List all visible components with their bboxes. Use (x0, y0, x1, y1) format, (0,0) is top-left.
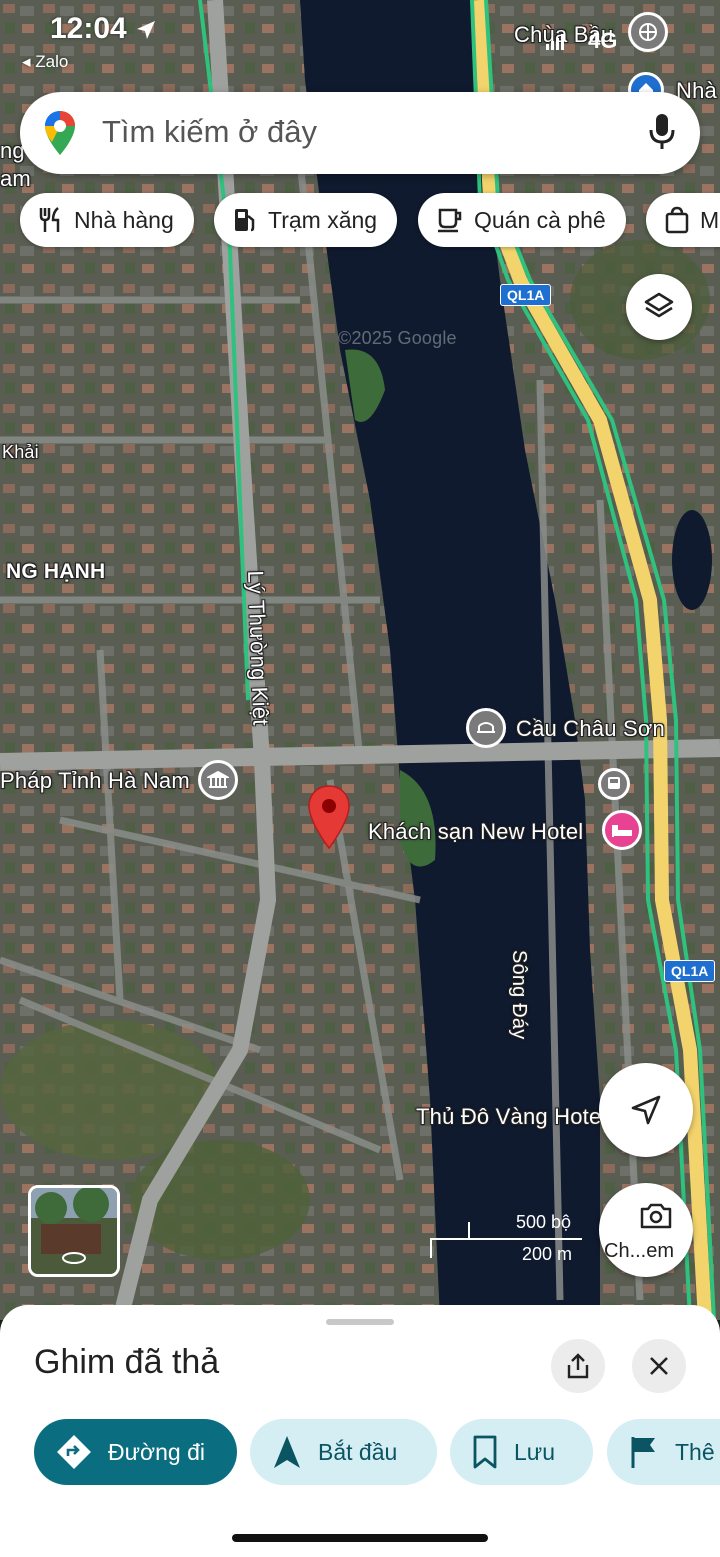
microphone-icon[interactable] (648, 112, 676, 152)
signal-icon (546, 34, 564, 50)
map-label-phap-tinh[interactable]: Pháp Tỉnh Hà Nam (0, 768, 190, 794)
google-maps-logo-icon (45, 111, 75, 155)
chip-label: M (700, 206, 720, 233)
camera-search-icon (640, 1203, 672, 1229)
scale-metric: 200 m (522, 1244, 573, 1264)
start-button[interactable]: Bắt đầu (250, 1419, 437, 1485)
share-button[interactable] (551, 1339, 605, 1393)
map-label-khai: Khải (2, 442, 39, 462)
status-bar: 12:04 ◂ Zalo 4G (0, 0, 720, 80)
chip-restaurants[interactable]: Nhà hàng (20, 193, 194, 247)
map-label-ly-thuong-kiet: Lý Thường Kiệt (243, 570, 274, 726)
dropped-pin-icon[interactable] (306, 784, 352, 850)
shopping-bag-icon (664, 206, 690, 234)
navigation-arrow-outline-icon (631, 1095, 661, 1125)
flag-icon (629, 1434, 659, 1470)
bridge-poi-icon[interactable] (466, 708, 506, 748)
my-location-button[interactable] (599, 1063, 693, 1157)
close-icon (650, 1357, 668, 1375)
search-bar[interactable]: Tìm kiếm ở đây (20, 92, 700, 174)
chip-label: Trạm xăng (268, 206, 378, 233)
close-button[interactable] (632, 1339, 686, 1393)
directions-label: Đường đi (108, 1438, 205, 1465)
chip-label: Quán cà phê (474, 206, 606, 233)
home-indicator[interactable] (232, 1534, 488, 1542)
maps-screen: Chùa Bầu Nhà ng am Khải NG HẠNH Lý Thườn… (0, 0, 720, 1557)
map-label-song-day: Sông Đáy (508, 950, 530, 1040)
coffee-icon (436, 206, 464, 234)
layers-icon (644, 292, 674, 318)
directions-button[interactable]: Đường đi (34, 1419, 237, 1485)
chip-coffee[interactable]: Quán cà phê (418, 193, 626, 247)
add-label-button[interactable]: Thê (607, 1419, 720, 1485)
save-button[interactable]: Lưu (450, 1419, 593, 1485)
map-label-khach-san[interactable]: Khách sạn New Hotel (368, 819, 583, 845)
scale-imperial: 500 bộ (516, 1212, 572, 1232)
directions-icon (56, 1434, 92, 1470)
map-label-cau-chau-son[interactable]: Cầu Châu Sơn (516, 716, 665, 742)
chip-shopping[interactable]: M (646, 193, 720, 247)
bus-stop-icon[interactable] (598, 768, 630, 800)
map-label-thu-do-vang[interactable]: Thủ Đô Vàng Hotel (416, 1104, 607, 1130)
government-building-icon[interactable] (198, 760, 238, 800)
back-to-app-link[interactable]: ◂ Zalo (22, 52, 68, 72)
road-shield-ql1a-bottom: QL1A (664, 960, 716, 982)
street-view-label: Ch...em (604, 1240, 675, 1262)
chip-gas-stations[interactable]: Trạm xăng (214, 193, 398, 247)
search-input[interactable]: Tìm kiếm ở đây (102, 114, 317, 150)
navigation-arrow-icon (272, 1434, 302, 1470)
network-type: 4G (588, 28, 618, 53)
layers-button[interactable] (626, 274, 692, 340)
place-title: Ghim đã thả (34, 1343, 220, 1381)
map-watermark: ©2025 Google (338, 328, 457, 348)
bookmark-icon (472, 1434, 498, 1470)
street-view-thumbnail[interactable] (28, 1185, 120, 1277)
sheet-drag-handle[interactable] (326, 1319, 394, 1325)
status-time: 12:04 (50, 12, 127, 45)
chip-label: Nhà hàng (74, 206, 174, 233)
rotate-360-icon (62, 1252, 86, 1264)
place-bottom-sheet[interactable]: Ghim đã thả Đường đi Bắt đầu Lưu Thê (0, 1305, 720, 1557)
map-label-am: am (0, 166, 31, 191)
map-label-ng-hanh: NG HẠNH (6, 560, 106, 583)
add-label-label: Thê (675, 1438, 715, 1465)
save-label: Lưu (514, 1438, 555, 1465)
location-arrow-icon (137, 21, 155, 39)
gas-station-icon (232, 206, 258, 234)
fork-knife-icon (38, 206, 64, 234)
share-icon (567, 1353, 589, 1379)
hotel-icon[interactable] (602, 810, 642, 850)
start-label: Bắt đầu (318, 1438, 398, 1465)
road-shield-ql1a-top: QL1A (500, 284, 552, 306)
